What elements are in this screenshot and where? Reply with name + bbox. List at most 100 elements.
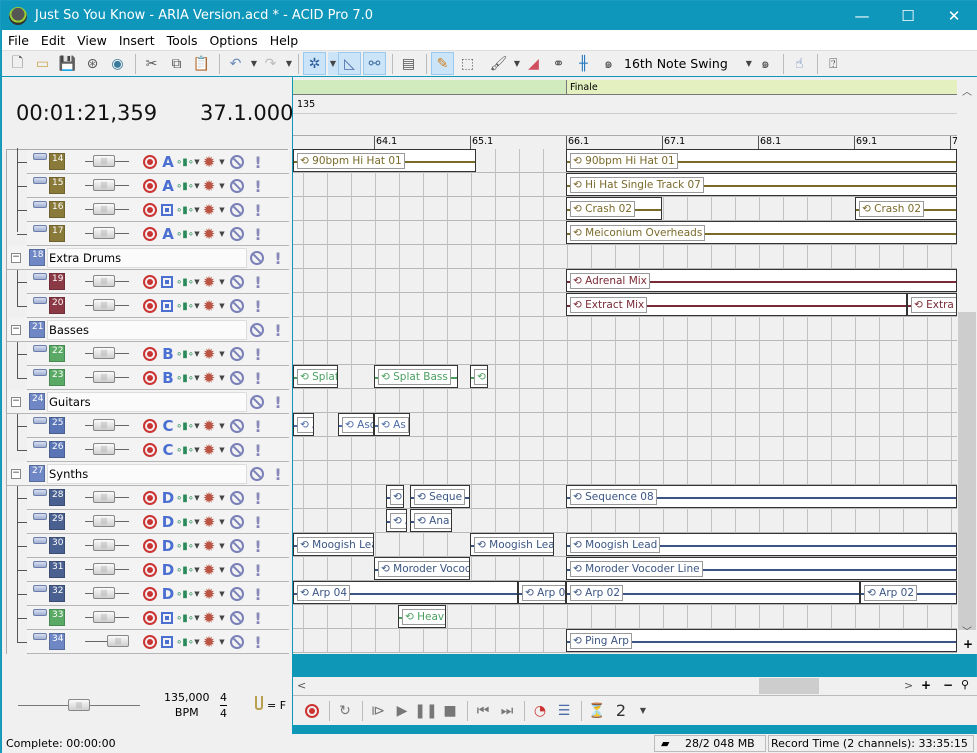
pause-icon[interactable]: ❚❚	[414, 700, 437, 722]
audio-track-icon[interactable]	[161, 204, 173, 216]
lock-envelopes-icon[interactable]: ⚯	[363, 52, 386, 75]
fx-dropdown-icon[interactable]: ▼	[194, 442, 200, 458]
mute-icon[interactable]	[230, 275, 244, 289]
audio-event[interactable]: ⟲ Extra	[907, 293, 957, 316]
gear-dropdown-icon[interactable]: ▼	[219, 154, 225, 170]
gear-dropdown-icon[interactable]: ▼	[219, 178, 225, 194]
fx-dropdown-icon[interactable]: ▼	[194, 514, 200, 530]
mute-icon[interactable]	[230, 443, 244, 457]
loop-icon[interactable]: ↻	[334, 700, 356, 722]
audio-event[interactable]: ⟲ Sp	[470, 365, 488, 388]
arm-record-icon[interactable]	[143, 299, 157, 313]
track-row[interactable]: 28 ||| D ∘▮∘ ▼ ✹ ▼ !	[27, 486, 289, 510]
mute-icon[interactable]	[230, 227, 244, 241]
volume-fader[interactable]: |||	[85, 371, 129, 383]
fx-chain-icon[interactable]: ∘▮∘	[176, 298, 194, 314]
fx-chain-icon[interactable]: ∘▮∘	[176, 274, 194, 290]
fx-chain-icon[interactable]: ∘▮∘	[176, 370, 194, 386]
track-fx-gear-icon[interactable]: ✹	[201, 225, 217, 243]
track-fx-gear-icon[interactable]: ✹	[201, 153, 217, 171]
track-row[interactable]: 16 ||| ∘▮∘ ▼ ✹ ▼ !	[27, 198, 289, 222]
volume-fader[interactable]: |||	[85, 299, 129, 311]
fx-chain-icon[interactable]: ∘▮∘	[176, 178, 194, 194]
mixer-bus-c-icon[interactable]: C	[160, 441, 176, 459]
fx-chain-icon[interactable]: ∘▮∘	[176, 610, 194, 626]
vertical-scrollbar[interactable]: ︿ ﹀ +	[957, 77, 977, 654]
chopper-icon[interactable]: ☝	[788, 52, 811, 75]
time-signature[interactable]: 4 4	[220, 690, 227, 721]
menu-help[interactable]: Help	[264, 33, 305, 48]
audio-event[interactable]: ⟲ Meiconium Overheads	[566, 221, 957, 244]
time-stretch-icon[interactable]: ╫	[572, 52, 595, 75]
solo-icon[interactable]: !	[250, 273, 266, 292]
mute-icon[interactable]	[230, 491, 244, 505]
redo-icon[interactable]: ↷	[259, 52, 282, 75]
arm-record-icon[interactable]	[143, 491, 157, 505]
bus-track[interactable]: − 27 Synths !	[7, 462, 289, 486]
gear-dropdown-icon[interactable]: ▼	[219, 586, 225, 602]
new-file-icon[interactable]: 🗋	[6, 52, 29, 75]
close-button[interactable]: ✕	[931, 1, 977, 30]
paste-icon[interactable]: 📋	[190, 52, 213, 75]
track-row[interactable]: 32 ||| D ∘▮∘ ▼ ✹ ▼ !	[27, 582, 289, 606]
audio-event[interactable]: ⟲ Heav	[398, 605, 446, 628]
fx-dropdown-icon[interactable]: ▼	[194, 178, 200, 194]
audio-event[interactable]: ⟲ Adrenal Mix	[566, 269, 957, 292]
audio-event[interactable]: ⟲ Seque	[410, 485, 470, 508]
fx-chain-icon[interactable]: ∘▮∘	[176, 490, 194, 506]
gear-dropdown-icon[interactable]: ▼	[219, 226, 225, 242]
mixer-bars-icon[interactable]: ☰	[553, 700, 575, 722]
arm-record-icon[interactable]	[143, 587, 157, 601]
audio-event[interactable]: ⟲ Splat	[293, 365, 338, 388]
minimize-track-icon[interactable]	[33, 153, 47, 160]
bus-name[interactable]: Basses	[47, 320, 247, 340]
volume-fader[interactable]: |||	[85, 203, 129, 215]
volume-fader[interactable]: |||	[85, 275, 129, 287]
metronome-record-icon[interactable]: ◔	[529, 700, 551, 722]
mute-icon[interactable]	[230, 515, 244, 529]
minimize-track-icon[interactable]	[33, 441, 47, 448]
minimize-track-icon[interactable]	[33, 369, 47, 376]
fx-chain-icon[interactable]: ∘▮∘	[176, 418, 194, 434]
mixer-bus-b-icon[interactable]: B	[160, 369, 176, 387]
audio-event[interactable]: ⟲ Crash 02	[855, 197, 957, 220]
track-fx-gear-icon[interactable]: ✹	[201, 513, 217, 531]
gear-dropdown-icon[interactable]: ▼	[219, 370, 225, 386]
solo-icon[interactable]: !	[250, 489, 266, 508]
bus-track[interactable]: − 21 Basses !	[7, 318, 289, 342]
groove-clone-icon[interactable]: ๑	[754, 52, 777, 75]
fx-dropdown-icon[interactable]: ▼	[194, 346, 200, 362]
track-fx-gear-icon[interactable]: ✹	[201, 273, 217, 291]
mixer-bus-d-icon[interactable]: D	[160, 537, 176, 555]
audio-event[interactable]: ⟲ An	[386, 509, 407, 532]
minimize-track-icon[interactable]	[33, 177, 47, 184]
solo-icon[interactable]: !	[250, 345, 266, 364]
volume-fader[interactable]: |||	[85, 563, 129, 575]
collapse-bus-icon[interactable]: −	[11, 325, 21, 335]
count-in-value[interactable]: 2	[610, 700, 632, 722]
audio-event[interactable]: ⟲ Asc	[338, 413, 374, 436]
track-fx-gear-icon[interactable]: ✹	[201, 441, 217, 459]
track-fx-gear-icon[interactable]: ✹	[201, 201, 217, 219]
mixer-bus-b-icon[interactable]: B	[160, 345, 176, 363]
audio-event[interactable]: ⟲ Se	[386, 485, 404, 508]
audio-track-icon[interactable]	[161, 276, 173, 288]
volume-fader[interactable]: |||	[85, 587, 129, 599]
audio-event[interactable]: ⟲ 90bpm Hi Hat 01	[566, 149, 957, 172]
solo-icon[interactable]: !	[250, 441, 266, 460]
project-key[interactable]: = F	[267, 699, 286, 712]
mute-icon[interactable]	[250, 323, 264, 337]
arm-record-icon[interactable]	[143, 563, 157, 577]
mute-icon[interactable]	[230, 635, 244, 649]
audio-event[interactable]: ⟲ Ana	[410, 509, 452, 532]
fx-dropdown-icon[interactable]: ▼	[194, 154, 200, 170]
bus-name[interactable]: Extra Drums	[47, 248, 247, 268]
arm-record-icon[interactable]	[143, 179, 157, 193]
fader-thumb[interactable]: |||	[93, 611, 115, 623]
gear-dropdown-icon[interactable]: ▼	[219, 610, 225, 626]
track-row[interactable]: 31 ||| D ∘▮∘ ▼ ✹ ▼ !	[27, 558, 289, 582]
gear-dropdown-icon[interactable]: ▼	[219, 634, 225, 650]
menu-options[interactable]: Options	[203, 33, 263, 48]
solo-icon[interactable]: !	[250, 417, 266, 436]
solo-icon[interactable]: !	[270, 393, 286, 412]
